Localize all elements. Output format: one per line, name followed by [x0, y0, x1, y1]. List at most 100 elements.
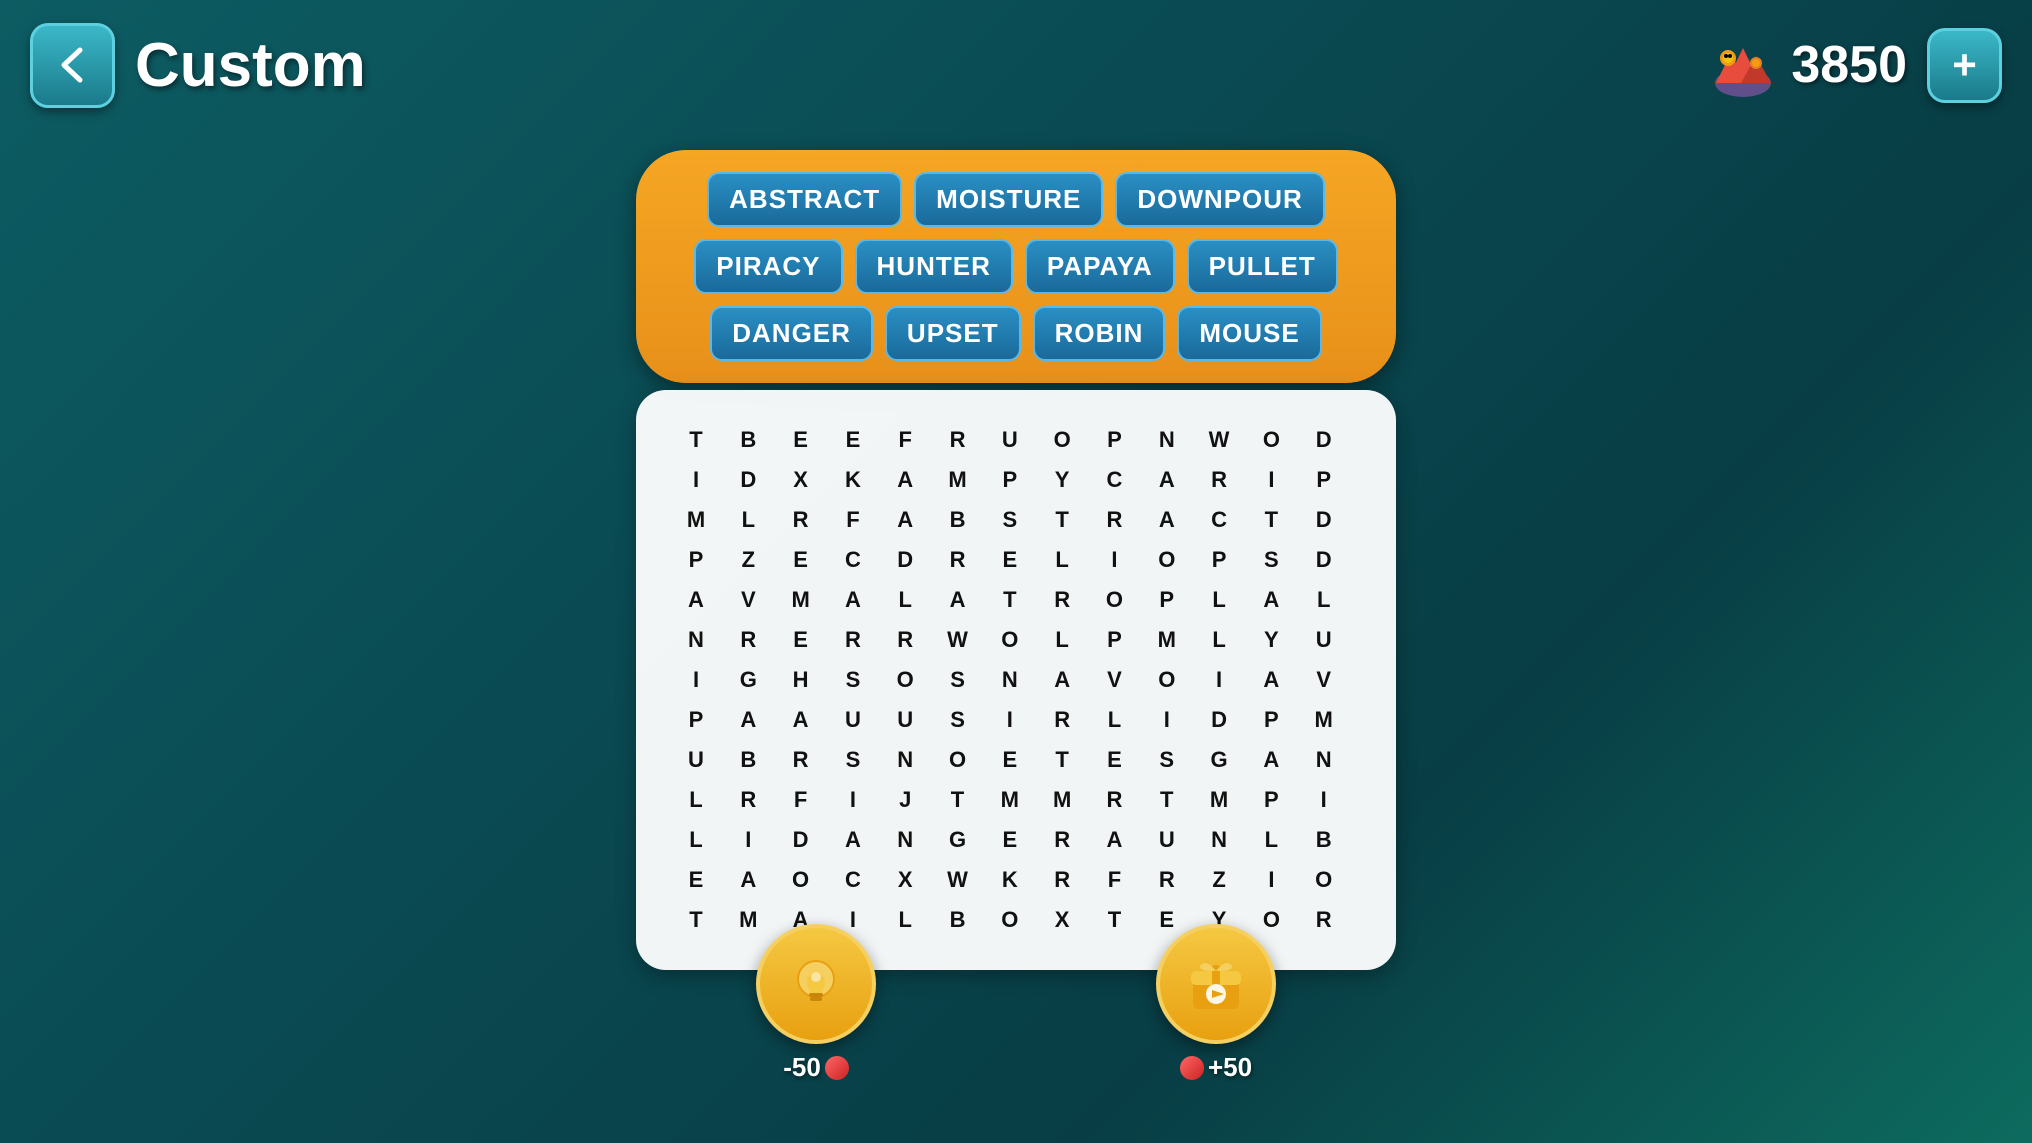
grid-cell[interactable]: V — [1094, 660, 1134, 700]
word-tag[interactable]: MOUSE — [1177, 306, 1321, 361]
add-button[interactable]: + — [1927, 28, 2002, 103]
grid-cell[interactable]: E — [676, 860, 716, 900]
grid-cell[interactable]: G — [728, 660, 768, 700]
grid-cell[interactable]: T — [1042, 500, 1082, 540]
grid-cell[interactable]: L — [1251, 820, 1291, 860]
grid-cell[interactable]: I — [676, 660, 716, 700]
grid-cell[interactable]: T — [938, 780, 978, 820]
word-tag[interactable]: UPSET — [885, 306, 1021, 361]
grid-cell[interactable]: R — [833, 620, 873, 660]
word-tag[interactable]: DOWNPOUR — [1115, 172, 1324, 227]
grid-cell[interactable]: P — [676, 700, 716, 740]
grid-cell[interactable]: A — [1042, 660, 1082, 700]
grid-cell[interactable]: I — [728, 820, 768, 860]
grid-cell[interactable]: X — [885, 860, 925, 900]
grid-cell[interactable]: O — [1147, 540, 1187, 580]
grid-cell[interactable]: O — [1251, 420, 1291, 460]
grid-cell[interactable]: L — [1199, 620, 1239, 660]
grid-cell[interactable]: R — [885, 620, 925, 660]
grid-cell[interactable]: A — [781, 700, 821, 740]
grid-cell[interactable]: N — [1304, 740, 1344, 780]
back-button[interactable] — [30, 23, 115, 108]
grid-cell[interactable]: M — [990, 780, 1030, 820]
grid-cell[interactable]: A — [1094, 820, 1134, 860]
grid-cell[interactable]: P — [1147, 580, 1187, 620]
grid-cell[interactable]: B — [1304, 820, 1344, 860]
grid-cell[interactable]: T — [676, 420, 716, 460]
grid-cell[interactable]: R — [1304, 900, 1344, 940]
grid-cell[interactable]: T — [990, 580, 1030, 620]
grid-cell[interactable]: D — [1199, 700, 1239, 740]
grid-cell[interactable]: A — [728, 860, 768, 900]
word-tag[interactable]: PULLET — [1187, 239, 1338, 294]
grid-cell[interactable]: N — [1199, 820, 1239, 860]
grid-cell[interactable]: R — [1042, 820, 1082, 860]
grid-cell[interactable]: I — [1251, 460, 1291, 500]
grid-cell[interactable]: P — [676, 540, 716, 580]
grid-cell[interactable]: S — [833, 660, 873, 700]
grid-cell[interactable]: R — [1094, 780, 1134, 820]
grid-cell[interactable]: S — [833, 740, 873, 780]
grid-cell[interactable]: B — [728, 740, 768, 780]
grid-cell[interactable]: A — [833, 580, 873, 620]
grid-cell[interactable]: R — [781, 740, 821, 780]
grid-cell[interactable]: F — [781, 780, 821, 820]
grid-cell[interactable]: I — [1304, 780, 1344, 820]
grid-cell[interactable]: A — [1147, 500, 1187, 540]
grid-cell[interactable]: N — [676, 620, 716, 660]
grid-cell[interactable]: E — [781, 620, 821, 660]
grid-cell[interactable]: L — [1304, 580, 1344, 620]
grid-cell[interactable]: F — [1094, 860, 1134, 900]
grid-cell[interactable]: E — [781, 540, 821, 580]
hint-button[interactable]: -50 — [756, 924, 876, 1083]
grid-cell[interactable]: M — [1147, 620, 1187, 660]
reward-button[interactable]: +50 — [1156, 924, 1276, 1083]
grid-cell[interactable]: S — [990, 500, 1030, 540]
grid-cell[interactable]: K — [990, 860, 1030, 900]
grid-cell[interactable]: T — [1147, 780, 1187, 820]
grid-cell[interactable]: C — [1199, 500, 1239, 540]
grid-cell[interactable]: D — [728, 460, 768, 500]
grid-cell[interactable]: C — [1094, 460, 1134, 500]
grid-cell[interactable]: Z — [1199, 860, 1239, 900]
grid-cell[interactable]: O — [1094, 580, 1134, 620]
grid-cell[interactable]: R — [728, 780, 768, 820]
word-tag[interactable]: PIRACY — [694, 239, 842, 294]
grid-cell[interactable]: U — [1304, 620, 1344, 660]
grid-cell[interactable]: M — [781, 580, 821, 620]
grid-cell[interactable]: E — [990, 540, 1030, 580]
word-tag[interactable]: PAPAYA — [1025, 239, 1175, 294]
reward-button-circle[interactable] — [1156, 924, 1276, 1044]
grid-cell[interactable]: L — [676, 780, 716, 820]
grid-cell[interactable]: P — [1251, 700, 1291, 740]
grid-cell[interactable]: U — [885, 700, 925, 740]
word-tag[interactable]: DANGER — [710, 306, 873, 361]
grid-cell[interactable]: D — [885, 540, 925, 580]
grid-cell[interactable]: O — [990, 620, 1030, 660]
grid-cell[interactable]: I — [833, 780, 873, 820]
grid-cell[interactable]: S — [1147, 740, 1187, 780]
grid-cell[interactable]: O — [1304, 860, 1344, 900]
grid-cell[interactable]: V — [728, 580, 768, 620]
grid-cell[interactable]: T — [1042, 740, 1082, 780]
grid-cell[interactable]: M — [676, 500, 716, 540]
grid-cell[interactable]: K — [833, 460, 873, 500]
grid-cell[interactable]: R — [1042, 860, 1082, 900]
grid-cell[interactable]: O — [1042, 420, 1082, 460]
grid-cell[interactable]: S — [1251, 540, 1291, 580]
grid-cell[interactable]: L — [885, 580, 925, 620]
grid-cell[interactable]: A — [1251, 580, 1291, 620]
grid-cell[interactable]: C — [833, 860, 873, 900]
grid-cell[interactable]: S — [938, 660, 978, 700]
grid-cell[interactable]: P — [990, 460, 1030, 500]
grid-cell[interactable]: W — [1199, 420, 1239, 460]
grid-cell[interactable]: I — [1199, 660, 1239, 700]
grid-cell[interactable]: F — [885, 420, 925, 460]
grid-cell[interactable]: D — [781, 820, 821, 860]
grid-cell[interactable]: N — [885, 820, 925, 860]
word-tag[interactable]: ROBIN — [1033, 306, 1166, 361]
grid-cell[interactable]: L — [1042, 620, 1082, 660]
grid-cell[interactable]: T — [1251, 500, 1291, 540]
grid-cell[interactable]: L — [1094, 700, 1134, 740]
grid-cell[interactable]: W — [938, 860, 978, 900]
